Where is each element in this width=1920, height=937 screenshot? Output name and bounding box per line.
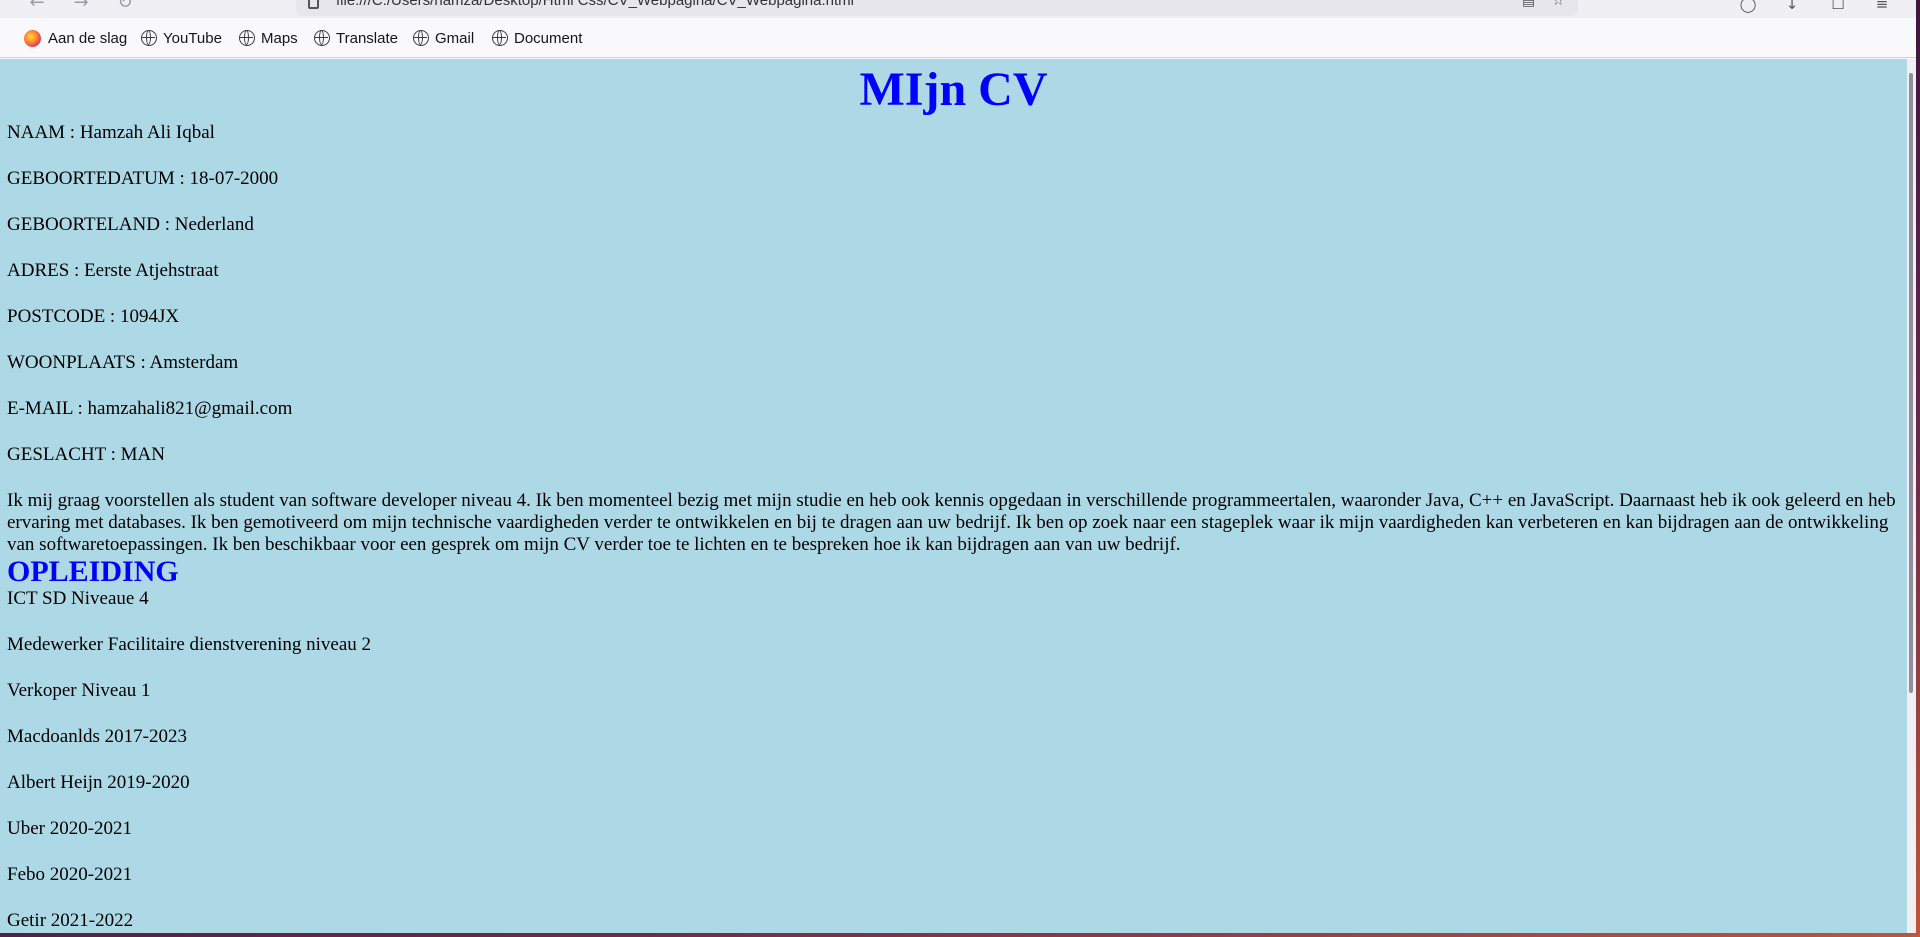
personal-line: ADRES : Eerste Atjehstraat [7, 260, 219, 281]
globe-icon [413, 30, 429, 46]
education-item: Uber 2020-2021 [7, 818, 133, 839]
extensions-icon[interactable]: ☐ [1828, 0, 1848, 14]
education-item: Macdoanlds 2017-2023 [7, 726, 187, 747]
account-icon[interactable]: ◯ [1738, 0, 1758, 14]
personal-line: POSTCODE : 1094JX [7, 306, 180, 327]
education-item: Medewerker Facilitaire dienstverening ni… [7, 634, 372, 655]
bookmark-document[interactable]: Document [492, 28, 582, 48]
personal-line: GEBOORTEDATUM : 18-07-2000 [7, 168, 279, 189]
personal-line: WOONPLAATS : Amsterdam [7, 352, 239, 373]
cv-content: MIjn CV NAAM : Hamzah Ali Iqbal GEBOORTE… [7, 59, 1900, 933]
education-item: Albert Heijn 2019-2020 [7, 772, 190, 793]
bookmark-label: Maps [261, 29, 298, 47]
bookmark-aan-de-slag[interactable]: Aan de slag [24, 28, 127, 48]
education-heading: OPLEIDING [7, 555, 179, 588]
education-item: Getir 2021-2022 [7, 910, 134, 931]
back-arrow-icon[interactable]: ← [26, 0, 48, 14]
page-info-icon[interactable] [308, 0, 319, 9]
menu-icon[interactable]: ≡ [1872, 0, 1892, 14]
education-item: Verkoper Niveau 1 [7, 680, 151, 701]
globe-icon [314, 30, 330, 46]
personal-line: E-MAIL : hamzahali821@gmail.com [7, 398, 293, 419]
browser-window: ← → ↻ file:///C:/Users/hamza/Desktop/Htm… [0, 0, 1916, 933]
bookmark-youtube[interactable]: YouTube [141, 28, 222, 48]
bookmark-label: Aan de slag [48, 29, 128, 47]
url-text[interactable]: file:///C:/Users/hamza/Desktop/Html Css/… [336, 0, 854, 9]
browser-toolbar: ← → ↻ file:///C:/Users/hamza/Desktop/Htm… [0, 0, 1916, 18]
bookmark-label: Gmail [435, 29, 475, 47]
firefox-icon [24, 29, 41, 47]
page-scrollbar[interactable] [1907, 59, 1916, 933]
intro-paragraph: Ik mij graag voorstellen als student van… [7, 490, 1896, 555]
bookmark-translate[interactable]: Translate [314, 28, 398, 48]
globe-icon [492, 30, 508, 46]
personal-line: NAAM : Hamzah Ali Iqbal [7, 122, 215, 143]
address-bar[interactable]: file:///C:/Users/hamza/Desktop/Html Css/… [296, 0, 1578, 16]
globe-icon [141, 30, 157, 46]
bookmark-label: Document [514, 29, 583, 47]
education-item: Febo 2020-2021 [7, 864, 133, 885]
page-title: MIjn CV [859, 63, 1048, 116]
personal-line: GEBOORTELAND : Nederland [7, 214, 254, 235]
bookmark-label: Translate [336, 29, 398, 47]
bookmark-gmail[interactable]: Gmail [413, 28, 474, 48]
education-item: ICT SD Niveaue 4 [7, 588, 149, 609]
personal-line: GESLACHT : MAN [7, 444, 165, 465]
scrollbar-thumb[interactable] [1909, 73, 1913, 693]
downloads-icon[interactable]: ↧ [1782, 0, 1802, 14]
bookmark-star-icon[interactable]: ☆ [1552, 0, 1566, 8]
bookmarks-bar: Aan de slag YouTube Maps Translate Gmail… [0, 18, 1916, 58]
reload-icon[interactable]: ↻ [114, 0, 136, 14]
forward-arrow-icon[interactable]: → [70, 0, 92, 14]
bookmark-label: YouTube [163, 29, 222, 47]
cv-page: MIjn CV NAAM : Hamzah Ali Iqbal GEBOORTE… [0, 59, 1907, 933]
reader-view-icon[interactable]: ▤ [1522, 0, 1536, 8]
bookmark-maps[interactable]: Maps [239, 28, 298, 48]
globe-icon [239, 30, 255, 46]
